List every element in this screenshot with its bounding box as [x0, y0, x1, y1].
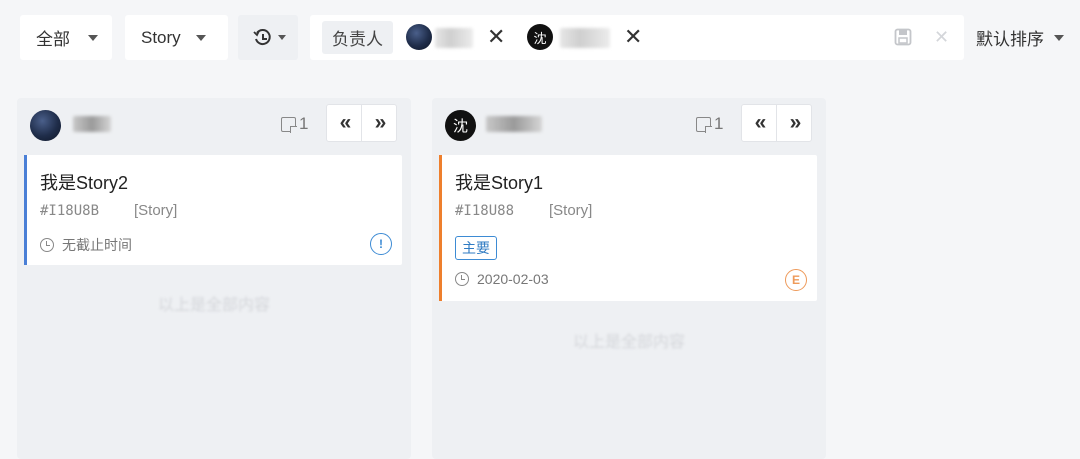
- column-header: 沈 1 « »: [432, 98, 826, 152]
- chevron-down-icon: [278, 35, 286, 40]
- move-right-button[interactable]: »: [361, 105, 396, 141]
- move-right-button[interactable]: »: [776, 105, 811, 141]
- priority-tag: 主要: [455, 236, 497, 260]
- save-icon[interactable]: [894, 28, 912, 46]
- card-due-text: 无截止时间: [62, 237, 132, 253]
- card-title: 我是Story1: [455, 173, 544, 193]
- card-count: 1: [281, 114, 308, 134]
- move-left-button[interactable]: «: [742, 105, 776, 141]
- scope-label: 全部: [36, 30, 70, 49]
- sort-dropdown[interactable]: 默认排序: [976, 15, 1064, 60]
- avatar: 沈: [527, 24, 553, 50]
- card-count: 1: [696, 114, 723, 134]
- close-icon[interactable]: ✕: [487, 26, 505, 48]
- card-count-value: 1: [714, 114, 724, 133]
- avatar: [406, 24, 432, 50]
- card-priority-bar: [24, 155, 27, 265]
- clear-filter-icon[interactable]: ✕: [934, 28, 949, 46]
- card-count-value: 1: [299, 114, 309, 133]
- card-due-text: 2020-02-03: [477, 271, 549, 287]
- chevron-down-icon: [88, 34, 98, 41]
- column-nav: « »: [326, 104, 397, 142]
- type-dropdown[interactable]: Story: [125, 15, 228, 60]
- story-card[interactable]: 我是Story1 #I18U88 [Story] 主要 2020-02-03 E: [439, 155, 817, 301]
- card-priority-bar: [439, 155, 442, 301]
- column-footer: 以上是全部内容: [572, 334, 685, 351]
- clock-icon: [455, 272, 469, 286]
- type-label: Story: [141, 27, 181, 47]
- card-icon: [281, 116, 297, 133]
- card-title: 我是Story2: [40, 173, 129, 193]
- card-type: [Story]: [549, 202, 593, 219]
- column-footer: 以上是全部内容: [157, 297, 270, 314]
- filter-bar[interactable]: 负责人 ✕ 沈 ✕ ✕: [310, 15, 964, 60]
- card-id: #I18U88: [455, 203, 515, 219]
- history-icon: [253, 28, 271, 45]
- column-header: 1 « »: [17, 98, 411, 152]
- clock-icon: [40, 238, 54, 252]
- status-icon[interactable]: E: [785, 269, 807, 291]
- card-icon: [696, 116, 712, 133]
- card-due: 2020-02-03: [455, 271, 549, 287]
- column-user-name: [73, 116, 111, 132]
- close-icon[interactable]: ✕: [624, 26, 642, 48]
- column-user-name: [486, 116, 542, 132]
- kanban-column: 沈 1 « » 我是Story1 #I18U88 [Story] 主要 2020…: [432, 98, 826, 459]
- column-nav: « »: [741, 104, 812, 142]
- avatar: [30, 110, 61, 141]
- history-dropdown[interactable]: [238, 15, 298, 60]
- kanban-column: 1 « » 我是Story2 #I18U8B [Story] 无截止时间 ! 以…: [17, 98, 411, 459]
- chevron-down-icon: [1054, 34, 1064, 41]
- filter-label: 负责人: [322, 21, 393, 54]
- move-left-button[interactable]: «: [327, 105, 361, 141]
- chip-user-name: [560, 28, 610, 48]
- avatar: 沈: [445, 110, 476, 141]
- chip-user-name: [435, 28, 473, 48]
- status-pending-icon[interactable]: !: [370, 233, 392, 255]
- card-id: #I18U8B: [40, 203, 100, 219]
- toolbar: 全部 Story 负责人 ✕ 沈 ✕ ✕ 默认排序: [0, 0, 1080, 78]
- scope-dropdown[interactable]: 全部: [20, 15, 112, 60]
- sort-label: 默认排序: [976, 30, 1044, 49]
- story-card[interactable]: 我是Story2 #I18U8B [Story] 无截止时间 !: [24, 155, 402, 265]
- card-due: 无截止时间: [40, 235, 132, 255]
- card-type: [Story]: [134, 202, 178, 219]
- chevron-down-icon: [195, 34, 206, 41]
